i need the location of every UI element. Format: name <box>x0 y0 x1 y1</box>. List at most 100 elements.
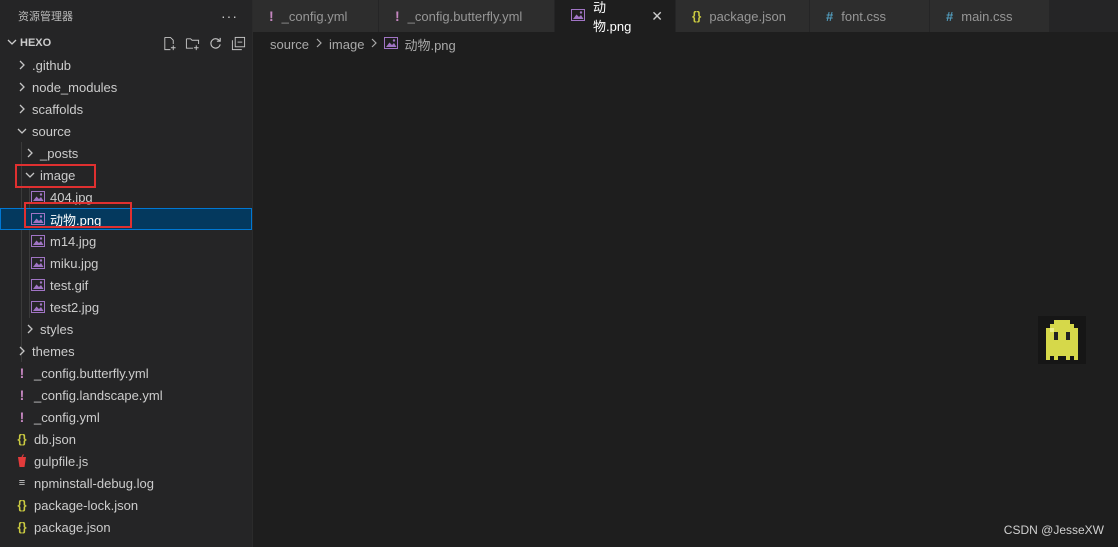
image-folder-highlight <box>15 164 96 188</box>
tab-label: font.css <box>841 8 887 24</box>
tree-item-scaffolds[interactable]: scaffolds <box>0 98 252 120</box>
tree-item-posts[interactable]: _posts <box>0 142 252 164</box>
project-folder-row[interactable]: HEXO <box>0 32 252 54</box>
yaml-file-icon: ! <box>19 365 25 381</box>
yaml-icon: ! <box>269 8 274 24</box>
tree-item-github[interactable]: .github <box>0 54 252 76</box>
gulp-file-icon <box>14 454 30 468</box>
tab-main-css[interactable]: # main.css <box>930 0 1050 32</box>
image-file-icon <box>30 301 46 313</box>
breadcrumb: source image 动物.png <box>270 34 456 54</box>
tree-item-label: test2.jpg <box>50 299 100 315</box>
file-tree: .github node_modules scaffolds source _p… <box>0 54 252 538</box>
image-file-icon <box>30 235 46 247</box>
chevron-right-icon <box>22 324 38 334</box>
new-file-icon[interactable] <box>161 35 177 51</box>
new-folder-icon[interactable] <box>184 35 200 51</box>
chevron-right-icon <box>315 37 323 51</box>
ghost-image-preview <box>1038 316 1086 364</box>
chevron-down-icon <box>4 37 20 50</box>
tree-item-miku-jpg[interactable]: miku.jpg <box>0 252 252 274</box>
tab-config-butterfly-yml[interactable]: ! _config.butterfly.yml <box>379 0 555 32</box>
tree-item-label: miku.jpg <box>50 255 99 271</box>
tree-item-package-json[interactable]: {} package.json <box>0 516 252 538</box>
tree-item-node-modules[interactable]: node_modules <box>0 76 252 98</box>
json-file-icon: {} <box>17 520 27 534</box>
tab-label: main.css <box>961 8 1013 24</box>
image-file-icon <box>30 257 46 269</box>
chevron-right-icon <box>14 104 30 114</box>
tab-label: package.json <box>709 8 786 24</box>
tree-item-label: gulpfile.js <box>34 453 89 469</box>
yaml-icon: ! <box>395 8 400 24</box>
tree-item-label: db.json <box>34 431 76 447</box>
refresh-icon[interactable] <box>207 35 223 51</box>
close-icon[interactable]: ✕ <box>651 8 663 25</box>
image-file-icon <box>30 279 46 291</box>
breadcrumb-item[interactable]: 动物.png <box>404 35 455 54</box>
tree-item-label: package-lock.json <box>34 497 139 513</box>
explorer-sidebar: 资源管理器 ··· HEXO .github node_modules scaf… <box>0 0 253 547</box>
tree-item-m14-jpg[interactable]: m14.jpg <box>0 230 252 252</box>
tree-item-config-butterfly-yml[interactable]: ! _config.butterfly.yml <box>0 362 252 384</box>
tree-item-label: themes <box>32 343 75 359</box>
explorer-header: 资源管理器 ··· <box>0 0 252 32</box>
tree-item-label: _config.landscape.yml <box>34 387 163 403</box>
chevron-right-icon <box>14 60 30 70</box>
chevron-right-icon <box>370 37 378 51</box>
tree-item-styles[interactable]: styles <box>0 318 252 340</box>
collapse-all-icon[interactable] <box>230 35 246 51</box>
tree-item-label: styles <box>40 321 74 337</box>
breadcrumb-item[interactable]: source <box>270 37 309 52</box>
tab-package-json[interactable]: {} package.json <box>676 0 810 32</box>
selected-file-highlight <box>24 202 132 228</box>
breadcrumb-item[interactable]: image <box>329 37 364 52</box>
tree-item-npminstall-debug-log[interactable]: ≡ npminstall-debug.log <box>0 472 252 494</box>
tree-item-gulpfile-js[interactable]: gulpfile.js <box>0 450 252 472</box>
tree-item-config-landscape-yml[interactable]: ! _config.landscape.yml <box>0 384 252 406</box>
tree-item-label: m14.jpg <box>50 233 97 249</box>
tab-animal-png[interactable]: 动物.png ✕ <box>555 0 676 34</box>
chevron-right-icon <box>14 346 30 356</box>
explorer-actions <box>161 32 246 54</box>
tree-item-themes[interactable]: themes <box>0 340 252 362</box>
project-name: HEXO <box>20 37 52 49</box>
json-icon: {} <box>692 9 702 23</box>
tab-font-css[interactable]: # font.css <box>810 0 930 32</box>
json-file-icon: {} <box>17 498 27 512</box>
tab-label: _config.yml <box>281 8 348 24</box>
tree-item-label: node_modules <box>32 79 118 95</box>
css-icon: # <box>946 8 954 24</box>
chevron-down-icon <box>14 126 30 136</box>
log-file-icon: ≡ <box>18 477 26 489</box>
more-actions-icon[interactable]: ··· <box>221 8 238 24</box>
tree-item-label: npminstall-debug.log <box>34 475 154 491</box>
tree-item-label: test.gif <box>50 277 89 293</box>
tree-item-label: _posts <box>40 145 79 161</box>
tree-item-label: source <box>32 123 72 139</box>
tree-item-db-json[interactable]: {} db.json <box>0 428 252 450</box>
tree-item-source[interactable]: source <box>0 120 252 142</box>
chevron-right-icon <box>22 148 38 158</box>
json-file-icon: {} <box>17 432 27 446</box>
tree-item-package-lock-json[interactable]: {} package-lock.json <box>0 494 252 516</box>
tree-item-config-yml[interactable]: ! _config.yml <box>0 406 252 428</box>
editor-tab-bar: ! _config.yml ! _config.butterfly.yml 动物… <box>253 0 1118 34</box>
yaml-file-icon: ! <box>19 409 25 425</box>
image-icon <box>384 36 399 52</box>
tab-config-yml[interactable]: ! _config.yml <box>253 0 379 32</box>
css-icon: # <box>826 8 834 24</box>
tree-item-label: package.json <box>34 519 111 535</box>
tree-item-test2-jpg[interactable]: test2.jpg <box>0 296 252 318</box>
tree-item-label: _config.butterfly.yml <box>34 365 149 381</box>
tab-label: _config.butterfly.yml <box>407 8 523 24</box>
tree-item-label: _config.yml <box>34 409 100 425</box>
watermark: CSDN @JesseXW <box>1003 523 1104 537</box>
tree-item-test-gif[interactable]: test.gif <box>0 274 252 296</box>
tab-label: 动物.png <box>593 0 632 34</box>
tree-item-label: .github <box>32 57 72 73</box>
chevron-right-icon <box>14 82 30 92</box>
image-icon <box>571 8 585 24</box>
explorer-title: 资源管理器 <box>18 11 73 23</box>
yaml-file-icon: ! <box>19 387 25 403</box>
